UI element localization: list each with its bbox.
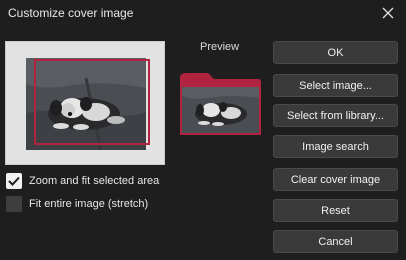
close-button[interactable] — [376, 2, 400, 24]
zoom-fit-label: Zoom and fit selected area — [29, 175, 160, 187]
close-icon — [382, 7, 394, 19]
image-search-button[interactable]: Image search — [273, 135, 398, 158]
select-image-button[interactable]: Select image... — [273, 74, 398, 97]
dialog-title: Customize cover image — [8, 6, 134, 20]
select-from-library-button[interactable]: Select from library... — [273, 104, 398, 127]
fit-entire-option[interactable]: Fit entire image (stretch) — [6, 195, 148, 213]
folder-cover-preview — [178, 70, 262, 136]
fit-entire-checkbox[interactable] — [6, 196, 22, 212]
crop-editor[interactable] — [5, 41, 165, 165]
cancel-button[interactable]: Cancel — [273, 230, 398, 253]
preview-label: Preview — [200, 41, 240, 53]
zoom-fit-option[interactable]: Zoom and fit selected area — [6, 172, 159, 190]
fit-entire-label: Fit entire image (stretch) — [29, 198, 149, 210]
clear-cover-image-button[interactable]: Clear cover image — [273, 168, 398, 191]
checkmark-icon — [8, 176, 20, 186]
zoom-fit-checkbox[interactable] — [6, 173, 22, 189]
crop-selection-rectangle[interactable] — [34, 59, 150, 145]
ok-button[interactable]: OK — [273, 41, 398, 64]
reset-button[interactable]: Reset — [273, 199, 398, 222]
title-bar: Customize cover image — [0, 0, 406, 28]
